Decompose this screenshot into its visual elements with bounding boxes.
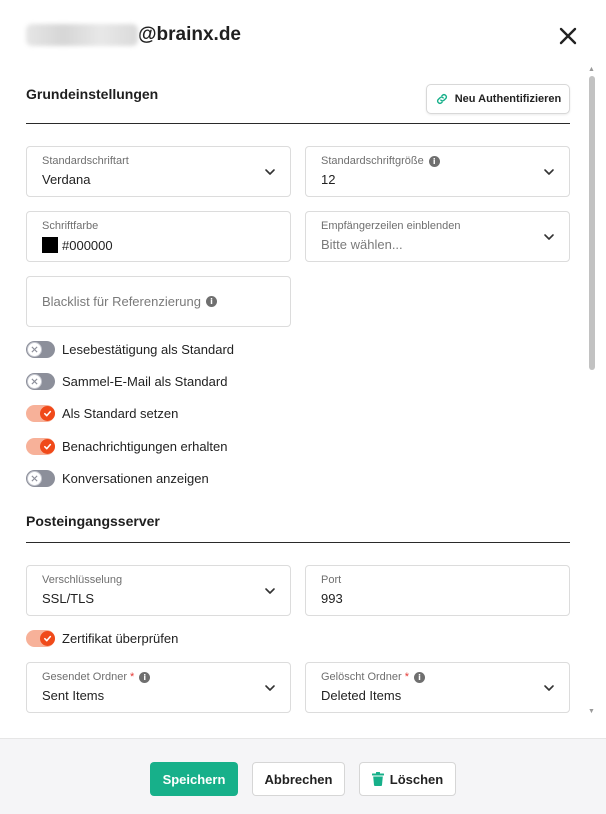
toggle-label: Sammel-E-Mail als Standard [62, 374, 228, 389]
default-font-select[interactable]: Standardschriftart Verdana [26, 146, 291, 197]
port-value: 993 [321, 591, 343, 606]
scrollbar-thumb[interactable] [589, 76, 595, 370]
section-divider [26, 542, 570, 543]
chevron-down-icon [544, 169, 554, 175]
sent-folder-select[interactable]: Gesendet Ordner * i Sent Items [26, 662, 291, 713]
chevron-down-icon [544, 685, 554, 691]
trash-icon [371, 772, 384, 786]
dialog-content: Grundeinstellungen Neu Authentifizieren … [0, 66, 590, 716]
encryption-label: Verschlüsselung [42, 574, 123, 586]
sent-folder-value: Sent Items [42, 688, 105, 703]
toggle-switch[interactable] [26, 341, 55, 358]
deleted-folder-label-wrap: Gelöscht Ordner * i [321, 671, 425, 683]
dialog-header: @brainx.de [0, 0, 606, 66]
chevron-down-icon [265, 685, 275, 691]
info-icon[interactable]: i [413, 671, 425, 683]
close-button[interactable] [556, 24, 580, 48]
deleted-folder-select[interactable]: Gelöscht Ordner * i Deleted Items [305, 662, 570, 713]
deleted-folder-label: Gelöscht Ordner [321, 671, 402, 683]
x-icon [31, 346, 38, 353]
font-color-label: Schriftfarbe [42, 220, 99, 232]
info-icon[interactable]: i [428, 155, 440, 167]
toggle-label: Konversationen anzeigen [62, 471, 209, 486]
delete-button[interactable]: Löschen [359, 762, 456, 796]
toggle-set-default[interactable]: Als Standard setzen [26, 405, 178, 422]
toggle-notifications[interactable]: Benachrichtigungen erhalten [26, 438, 228, 455]
delete-label: Löschen [389, 771, 444, 787]
chevron-down-icon [265, 588, 275, 594]
required-marker: * [130, 671, 135, 683]
info-icon[interactable]: i [205, 296, 217, 307]
recipient-lines-label: Empfängerzeilen einblenden [321, 220, 461, 232]
chevron-down-icon [265, 169, 275, 175]
check-icon [44, 410, 52, 417]
toggle-label: Lesebestätigung als Standard [62, 342, 235, 357]
default-font-value: Verdana [42, 172, 91, 187]
default-font-size-value: 12 [321, 172, 336, 187]
toggle-switch[interactable] [26, 630, 55, 647]
section-title-inbox-server: Posteingangsserver [26, 513, 160, 529]
toggle-label: Zertifikat überprüfen [62, 631, 179, 646]
toggle-read-receipt[interactable]: Lesebestätigung als Standard [26, 341, 234, 358]
port-field[interactable]: Port 993 [305, 565, 570, 616]
save-button[interactable]: Speichern [150, 762, 238, 796]
toggle-conversations[interactable]: Konversationen anzeigen [26, 470, 209, 487]
check-icon [44, 635, 52, 642]
reauthenticate-label: Neu Authentifizieren [454, 93, 562, 105]
scroll-up-arrow-icon[interactable]: ▲ [588, 66, 595, 74]
default-font-size-label-wrap: Standardschriftgröße i [321, 155, 440, 167]
blacklist-placeholder-wrap: Blacklist für Referenzierung i [42, 294, 217, 309]
toggle-bulk-email[interactable]: Sammel-E-Mail als Standard [26, 373, 227, 390]
chevron-down-icon [544, 234, 554, 240]
blacklist-placeholder: Blacklist für Referenzierung [42, 294, 201, 309]
check-icon [44, 443, 52, 450]
color-swatch[interactable] [42, 237, 58, 253]
deleted-folder-value: Deleted Items [321, 688, 402, 703]
account-title: @brainx.de [26, 24, 241, 46]
font-color-value-wrap: #000000 [42, 237, 113, 253]
toggle-switch[interactable] [26, 405, 55, 422]
blacklist-field[interactable]: Blacklist für Referenzierung i [26, 276, 291, 327]
recipient-lines-select[interactable]: Empfängerzeilen einblenden Bitte wählen.… [305, 211, 570, 262]
toggle-switch[interactable] [26, 373, 55, 390]
encryption-select[interactable]: Verschlüsselung SSL/TLS [26, 565, 291, 616]
section-divider [26, 123, 570, 124]
toggle-switch[interactable] [26, 438, 55, 455]
encryption-value: SSL/TLS [42, 591, 95, 606]
default-font-size-select[interactable]: Standardschriftgröße i 12 [305, 146, 570, 197]
redacted-username [26, 24, 138, 46]
x-icon [31, 475, 38, 482]
link-icon [436, 94, 447, 104]
scroll-down-arrow-icon[interactable]: ▼ [588, 708, 595, 716]
default-font-label: Standardschriftart [42, 155, 129, 167]
toggle-switch[interactable] [26, 470, 55, 487]
email-domain: @brainx.de [138, 24, 241, 45]
x-icon [31, 378, 38, 385]
toggle-verify-certificate[interactable]: Zertifikat überprüfen [26, 630, 178, 647]
info-icon[interactable]: i [139, 671, 151, 683]
required-marker: * [404, 671, 409, 683]
recipient-lines-placeholder: Bitte wählen... [321, 237, 403, 252]
dialog-footer: Speichern Abbrechen Löschen [0, 738, 606, 814]
font-color-value: #000000 [62, 237, 113, 253]
section-title-general: Grundeinstellungen [26, 86, 159, 102]
sent-folder-label: Gesendet Ordner [42, 671, 127, 683]
toggle-label: Als Standard setzen [62, 406, 179, 421]
scrollbar[interactable]: ▲ ▼ [588, 66, 596, 716]
sent-folder-label-wrap: Gesendet Ordner * i [42, 671, 151, 683]
toggle-label: Benachrichtigungen erhalten [62, 439, 228, 454]
reauthenticate-button[interactable]: Neu Authentifizieren [426, 84, 570, 114]
default-font-size-label: Standardschriftgröße [321, 155, 424, 167]
port-label: Port [321, 574, 342, 586]
cancel-button[interactable]: Abbrechen [252, 762, 345, 796]
close-icon [559, 27, 577, 45]
font-color-field[interactable]: Schriftfarbe #000000 [26, 211, 291, 262]
